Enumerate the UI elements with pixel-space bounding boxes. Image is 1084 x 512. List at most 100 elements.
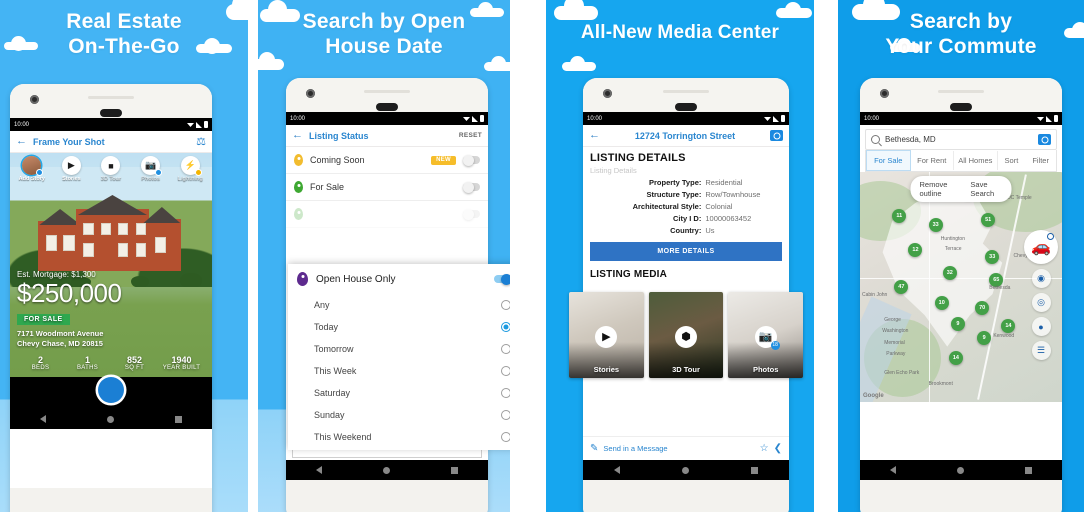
nav-recents-icon[interactable]: [450, 466, 458, 474]
earpiece-speaker: [364, 90, 410, 93]
listing-price: $250,000: [17, 278, 122, 309]
nav-home-icon[interactable]: [956, 466, 964, 474]
filter-tab-filter[interactable]: Filter: [1025, 151, 1056, 170]
list-icon[interactable]: ☰: [1031, 341, 1051, 360]
option-row-tomorrow[interactable]: Tomorrow: [288, 338, 510, 360]
open-house-toggle[interactable]: [494, 273, 510, 285]
map-pin[interactable]: 10: [934, 296, 949, 311]
filter-tab-for-sale[interactable]: For Sale: [866, 150, 911, 171]
shutter-button[interactable]: [98, 377, 124, 403]
story-item-photos[interactable]: 📷 Photos: [131, 156, 171, 182]
media-card-photos[interactable]: 📷 18 Photos: [728, 292, 804, 378]
more-details-button[interactable]: MORE DETAILS: [590, 242, 782, 261]
nav-home-icon[interactable]: [382, 466, 390, 474]
map-pin[interactable]: 14: [948, 351, 963, 366]
option-row-this-weekend[interactable]: This Weekend: [288, 426, 510, 450]
save-search-button[interactable]: Save Search: [970, 180, 1002, 198]
map-pin[interactable]: 33: [928, 218, 943, 232]
signal-icon: [773, 115, 779, 122]
back-arrow-icon[interactable]: ←: [16, 136, 27, 147]
map-pin[interactable]: 14: [1001, 319, 1016, 334]
front-camera-icon: [603, 89, 612, 98]
map-pin-icon: [294, 208, 303, 220]
listing-overlay-info: Est. Mortgage: $1,300 $250,000 FOR SALE …: [10, 270, 212, 371]
map-pin[interactable]: 9: [950, 316, 965, 331]
filter-tab-all-homes[interactable]: All Homes: [954, 151, 998, 170]
commute-car-icon[interactable]: 🚗: [1024, 230, 1058, 264]
google-watermark: Google: [863, 393, 884, 399]
radio-button[interactable]: [501, 344, 510, 354]
reset-button[interactable]: RESET: [459, 132, 482, 139]
option-row-this-week[interactable]: This Week: [288, 360, 510, 382]
nav-home-icon[interactable]: [682, 466, 689, 474]
map-view[interactable]: 11 11 33 51 12 33 32 65 47 10 70 9 14 9 …: [860, 172, 1062, 402]
status-badge: FOR SALE: [17, 313, 70, 325]
address-line-1: 7171 Woodmont Avenue: [17, 328, 104, 338]
map-pin[interactable]: 70: [975, 300, 990, 315]
app-bar-2: ← Listing Status RESET: [286, 125, 488, 147]
nav-back-icon[interactable]: [614, 466, 620, 474]
filter-tab-for-rent[interactable]: For Rent: [911, 151, 955, 170]
nav-back-icon[interactable]: [40, 415, 47, 423]
filter-tab-sort[interactable]: Sort: [998, 151, 1026, 170]
panel-headline-1: Real Estate On-The-Go: [0, 10, 248, 60]
map-label: Huntington: [940, 236, 965, 243]
back-arrow-icon[interactable]: ←: [589, 130, 600, 141]
status-toggle[interactable]: [463, 181, 480, 193]
story-item-stories[interactable]: ▶ Stories: [52, 156, 92, 182]
layers-icon[interactable]: ◉: [1031, 269, 1051, 288]
listing-status-row-coming-soon[interactable]: Coming Soon NEW: [286, 147, 488, 174]
back-arrow-icon[interactable]: ←: [292, 130, 303, 141]
remove-outline-button[interactable]: Remove outline: [920, 180, 959, 198]
option-row-today[interactable]: Today: [288, 316, 510, 338]
nav-back-icon[interactable]: [316, 466, 323, 474]
status-time: 10:00: [864, 115, 880, 122]
image-icon: 📷 18: [754, 325, 780, 350]
radio-button[interactable]: [501, 410, 510, 420]
status-toggle[interactable]: [463, 154, 480, 166]
detail-key: Structure Type:: [646, 190, 702, 199]
map-label: Parkway: [886, 351, 906, 358]
camera-icon[interactable]: [770, 130, 783, 141]
story-item-3d-tour[interactable]: ■ 3D Tour: [91, 156, 131, 182]
media-card-stories[interactable]: ▶ Stories: [569, 292, 644, 378]
nav-recents-icon[interactable]: [1024, 466, 1032, 474]
listing-status-row-for-sale[interactable]: For Sale: [286, 174, 488, 201]
section-title-listing-details: LISTING DETAILS: [590, 152, 686, 164]
radio-button[interactable]: [501, 300, 510, 310]
radio-button[interactable]: [501, 366, 510, 376]
nav-back-icon[interactable]: [890, 466, 897, 474]
locate-icon[interactable]: ◎: [1031, 293, 1051, 312]
story-item-add-story[interactable]: Add Story: [12, 156, 52, 182]
radio-button[interactable]: [501, 432, 510, 442]
android-nav-bar: [286, 460, 488, 480]
pin-icon[interactable]: ●: [1031, 317, 1051, 336]
media-card-label: Stories: [593, 365, 620, 374]
radio-button[interactable]: [501, 388, 510, 398]
radio-button-selected[interactable]: [501, 322, 510, 332]
detail-value: Colonial: [705, 202, 733, 211]
story-item-lightning[interactable]: ⚡ Lightning: [170, 156, 210, 182]
nav-home-icon[interactable]: [106, 415, 114, 423]
option-row-saturday[interactable]: Saturday: [288, 382, 510, 404]
nav-recents-icon[interactable]: [751, 466, 758, 474]
sheet-header-open-house-only[interactable]: Open House Only: [288, 264, 510, 294]
map-pin[interactable]: 51: [981, 213, 996, 228]
send-message-label: Send in a Message: [603, 444, 668, 453]
media-card-3d-tour[interactable]: ⬢ 3D Tour: [648, 292, 724, 378]
status-toggle[interactable]: [463, 208, 480, 220]
search-input[interactable]: Bethesda, MD: [865, 129, 1057, 150]
nav-recents-icon[interactable]: [174, 415, 182, 423]
fact-label: SQ FT: [124, 365, 145, 371]
send-message-bar[interactable]: ✎ Send in a Message ☆ ❮: [583, 436, 789, 460]
avatar-icon: [22, 156, 44, 176]
map-pin[interactable]: 9: [977, 330, 992, 345]
share-icon[interactable]: ❮: [774, 443, 782, 454]
headline-line-1: All-New Media Center: [580, 22, 780, 43]
star-icon[interactable]: ☆: [760, 443, 769, 454]
option-row-sunday[interactable]: Sunday: [288, 404, 510, 426]
camera-icon[interactable]: [1038, 134, 1051, 145]
open-house-options-sheet: Open House Only Any Today Tomorrow This …: [288, 264, 510, 450]
option-row-any[interactable]: Any: [288, 294, 510, 316]
upload-icon[interactable]: ⚖: [196, 135, 206, 148]
